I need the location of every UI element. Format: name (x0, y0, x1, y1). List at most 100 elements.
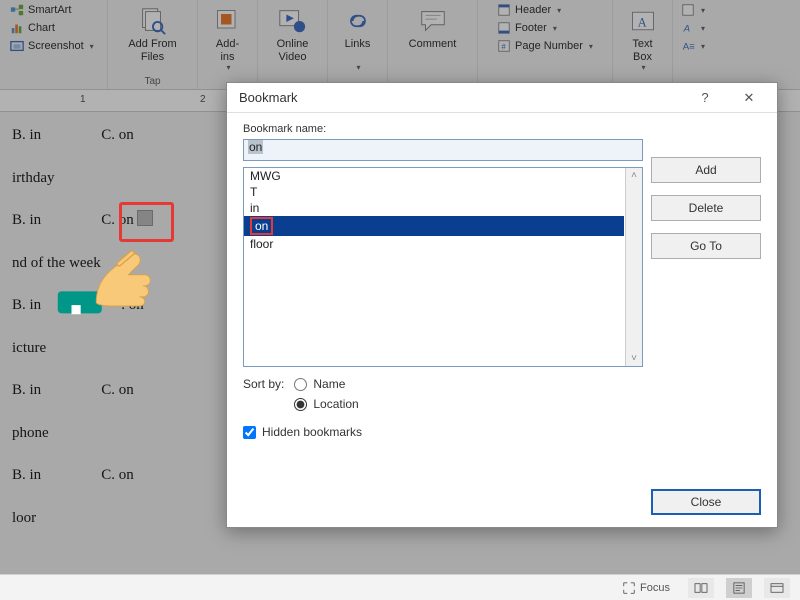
comment-label: Comment (409, 38, 457, 51)
svg-text:#: # (501, 43, 506, 52)
chevron-down-icon: ▾ (356, 63, 360, 72)
web-layout-view-button[interactable] (764, 578, 790, 598)
chevron-down-icon: ▾ (90, 42, 94, 51)
chevron-down-icon: ▾ (641, 63, 645, 72)
smartart-label: SmartArt (28, 4, 71, 16)
screenshot-icon (10, 39, 24, 53)
textbox-label: Text Box (632, 38, 652, 63)
bookmark-name-label: Bookmark name: (243, 123, 761, 135)
bookmark-list[interactable]: MWG T in on floor ˄ ˅ (243, 167, 643, 367)
comment-icon (418, 6, 448, 36)
sort-name-radio[interactable]: Name (294, 377, 358, 391)
wordart-icon: A (681, 21, 695, 35)
doc-text: phone (12, 422, 49, 445)
page-number-icon: # (497, 39, 511, 53)
list-item[interactable]: in (244, 200, 624, 216)
list-item[interactable]: floor (244, 236, 624, 252)
doc-text: C. on (101, 464, 134, 487)
add-from-files-label: Add From Files (128, 38, 176, 63)
bookmark-dialog: Bookmark ? ✕ Bookmark name: on MWG T in … (226, 82, 778, 528)
sort-name-label: Name (313, 377, 345, 391)
header-button[interactable]: Header▾ (495, 2, 563, 18)
doc-text: irthday (12, 167, 55, 190)
textbox-icon: A (629, 7, 657, 35)
doc-text: C. on (101, 124, 134, 147)
online-video-label: Online Video (277, 38, 309, 63)
chevron-down-icon: ▾ (701, 24, 705, 33)
annotation-highlight-box: on (250, 217, 273, 235)
list-item[interactable]: on (244, 216, 624, 236)
textbox-button[interactable]: A Text Box▾ (623, 2, 663, 74)
svg-text:A≡: A≡ (683, 42, 695, 53)
page-number-button[interactable]: # Page Number▾ (495, 38, 595, 54)
ruler-tick-2: 2 (200, 94, 206, 105)
footer-label: Footer (515, 22, 547, 34)
screenshot-label: Screenshot (28, 40, 84, 52)
smartart-button[interactable]: SmartArt (8, 2, 73, 18)
read-icon (694, 582, 708, 594)
scrollbar[interactable]: ˄ ˅ (625, 168, 642, 366)
smartart-icon (10, 3, 24, 17)
doc-text: B. in (12, 379, 41, 402)
ruler-tick-1: 1 (80, 94, 86, 105)
screenshot-button[interactable]: Screenshot ▾ (8, 38, 96, 54)
doc-text: B. in (12, 209, 41, 232)
addins-label: Add- ins (216, 38, 239, 63)
quick-parts-button[interactable]: ▾ (679, 2, 707, 18)
chevron-down-icon: ▾ (226, 63, 230, 72)
list-item[interactable]: T (244, 184, 624, 200)
footer-button[interactable]: Footer ▾ (495, 20, 559, 36)
pointer-hand-icon (55, 218, 165, 328)
sort-location-label: Location (313, 397, 358, 411)
delete-button[interactable]: Delete (651, 195, 761, 221)
hidden-bookmarks-checkbox[interactable]: Hidden bookmarks (243, 425, 761, 439)
files-search-icon (137, 6, 167, 36)
scroll-down-icon[interactable]: ˅ (631, 353, 637, 364)
chart-icon (10, 21, 24, 35)
online-video-button[interactable]: Online Video (271, 2, 315, 65)
page-number-label: Page Number (515, 40, 583, 52)
links-button[interactable]: Links▾ (338, 2, 378, 74)
dialog-title: Bookmark (239, 90, 683, 105)
print-layout-view-button[interactable] (726, 578, 752, 598)
goto-button[interactable]: Go To (651, 233, 761, 259)
chart-label: Chart (28, 22, 55, 34)
dialog-close-button[interactable]: ✕ (727, 84, 771, 112)
header-icon (497, 3, 511, 17)
read-mode-view-button[interactable] (688, 578, 714, 598)
chevron-down-icon: ▾ (701, 6, 705, 15)
link-icon (344, 7, 372, 35)
focus-mode-button[interactable]: Focus (616, 579, 676, 597)
svg-text:A: A (637, 15, 646, 29)
addins-icon (214, 7, 242, 35)
bookmark-name-input[interactable]: on (243, 139, 643, 161)
dialog-titlebar[interactable]: Bookmark ? ✕ (227, 83, 777, 113)
footer-icon (497, 21, 511, 35)
hidden-bookmarks-label: Hidden bookmarks (262, 425, 362, 439)
focus-label: Focus (640, 582, 670, 594)
doc-text: loor (12, 507, 36, 530)
sort-location-radio[interactable]: Location (294, 397, 358, 411)
add-from-files-button[interactable]: Add From Files (122, 2, 182, 65)
doc-text: C. on (101, 379, 134, 402)
header-label: Header (515, 4, 551, 16)
svg-text:A: A (683, 24, 690, 35)
doc-text: B. in (12, 464, 41, 487)
print-layout-icon (732, 582, 746, 594)
addins-button[interactable]: Add- ins▾ (208, 2, 248, 74)
doc-text: B. in (12, 294, 41, 317)
comment-button[interactable]: Comment (403, 2, 463, 53)
add-button[interactable]: Add (651, 157, 761, 183)
dialog-help-button[interactable]: ? (683, 84, 727, 112)
chevron-down-icon: ▾ (553, 24, 557, 33)
scroll-up-icon[interactable]: ˄ (631, 170, 637, 181)
dropcap-button[interactable]: A≡▾ (679, 38, 707, 54)
focus-icon (622, 581, 636, 595)
video-globe-icon (277, 6, 307, 36)
close-button[interactable]: Close (651, 489, 761, 515)
ribbon: SmartArt Chart Screenshot ▾ Add From Fil… (0, 0, 800, 90)
wordart-button[interactable]: A▾ (679, 20, 707, 36)
list-item[interactable]: MWG (244, 168, 624, 184)
web-layout-icon (770, 582, 784, 594)
chart-button[interactable]: Chart (8, 20, 57, 36)
